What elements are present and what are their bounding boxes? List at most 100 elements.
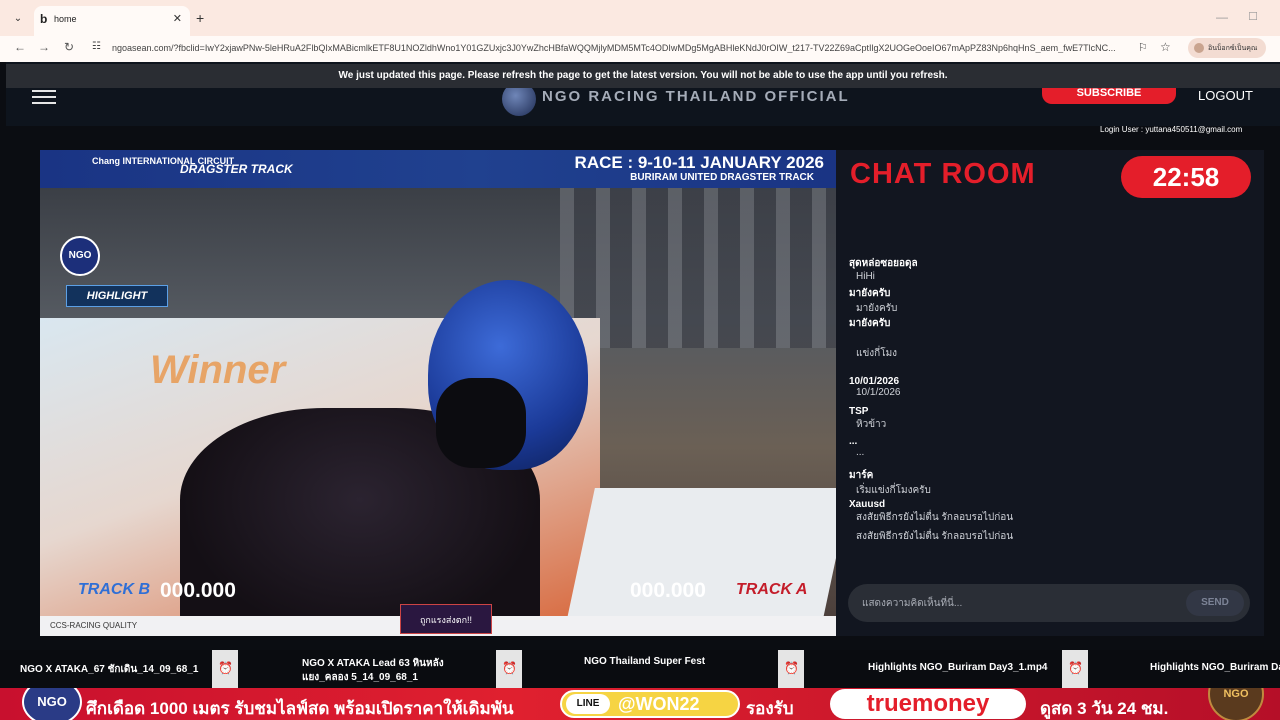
update-notice: We just updated this page. Please refres… [6,64,1280,88]
alarm-icon[interactable]: ⏰ [1068,661,1083,675]
chat-text: สงสัยพิธีกรยังไม่ตื่น รักลอบรอไปก่อน [856,512,1014,523]
chat-user: ... [849,436,858,447]
steel-gantry [560,188,836,348]
tab-favicon: b [40,12,48,26]
chat-message: ...... [849,436,864,458]
alarm-icon[interactable]: ⏰ [784,661,799,675]
playlist-item-title: NGO X ATAKA_67 ชักเดิน_14_09_68_1 [20,664,199,675]
chat-user: Xauusd [849,499,886,510]
forward-icon[interactable]: → [38,40,50,54]
chat-text: เริ่มแข่งกี่โมงครับ [856,485,931,496]
minimize-icon[interactable]: — [1216,10,1228,24]
url-field[interactable]: ☷ ngoasean.com/?fbclid=IwY2xjawPNw-5leHR… [86,38,1182,60]
helmet-visor [436,378,526,468]
chat-message: TSP หิวข้าว [849,406,886,432]
reload-icon[interactable]: ↻ [64,40,74,54]
send-button[interactable]: SEND [1186,590,1244,616]
login-user: Login User : yuttana450511@gmail.com [1100,125,1243,134]
chat-text: สงสัยพิธีกรยังไม่ตื่น รักลอบรอไปก่อน [856,531,1014,542]
video-frame: Winner NGO HIGHLIGHT [40,188,836,636]
playlist-item[interactable]: NGO X ATAKA_67 ชักเดิน_14_09_68_1 ⏰ [0,650,240,688]
highlight-badge: HIGHLIGHT [66,285,168,307]
sponsor-dragster: DRAGSTER TRACK [180,162,293,176]
chat-text: 10/1/2026 [856,387,901,398]
brand-name: NGO RACING THAILAND OFFICIAL [542,88,850,105]
race-title: RACE : 9-10-11 JANUARY 2026 [574,153,824,172]
playlist-item-subtitle: แยง_คลอง 5_14_09_68_1 [302,672,418,683]
race-subtitle: BURIRAM UNITED DRAGSTER TRACK [630,172,814,183]
ngo-overlay-logo: NGO [60,236,100,276]
banner-mascot: NGO [1208,688,1264,720]
track-b-timer: TRACK B 000.000 [66,578,296,604]
playlist-item-title: NGO X ATAKA Lead 63 หินหลัง [302,658,444,669]
chat-text: HiHi [856,271,875,282]
chat-user: 10/01/2026 [849,376,900,387]
browser-tabbar: ⌄ b home ✕ + — ☐ [0,0,1280,36]
chat-message: มายังครับ [849,316,890,331]
playlist-thumb: ⏰ [212,650,238,688]
winner-banner-text: Winner [150,348,286,392]
track-a-time: 000.000 [630,579,706,602]
chat-message: มาร์คเริ่มแข่งกี่โมงครับ [849,468,931,498]
chat-message: แข่งกี่โมง [849,346,897,361]
banner-supports: รองรับ [746,699,794,718]
alarm-icon[interactable]: ⏰ [502,661,517,675]
profile-label: อินบ็อกซ์เป็นคุณ [1208,45,1258,52]
bookmark-star-icon[interactable]: ☆ [1160,40,1171,54]
translate-icon[interactable]: ⚐ [1138,41,1148,54]
sponsor-strip: CCS-RACING QUALITY ถูกแรงส่งตก!! [40,604,836,636]
chat-user: มาร์ค [849,470,874,481]
track-a-timer: 000.000 TRACK A [624,578,836,604]
chat-title: CHAT ROOM [850,158,1036,190]
playlist-thumb: ⏰ [778,650,804,688]
chat-user: มายังครับ [849,318,891,329]
line-id: @WON22 [618,694,700,714]
chat-text: หิวข้าว [856,419,887,430]
promo-banner[interactable]: NGO ศึกเดือด 1000 เมตร รับชมไลฟ์สด พร้อม… [0,688,1280,720]
back-icon[interactable]: ← [14,40,26,54]
profile-avatar-icon [1194,43,1204,53]
playlist-strip: NGO X ATAKA_67 ชักเดิน_14_09_68_1 ⏰ NGO … [0,650,1280,688]
menu-icon[interactable] [32,90,56,104]
strip-badge: ถูกแรงส่งตก!! [400,604,492,634]
chat-user: TSP [849,406,869,417]
new-tab-icon[interactable]: + [196,10,204,26]
tab-title: home [54,14,77,24]
chat-message: 10/01/2026 10/1/2026 [849,376,901,398]
chat-text: ... [856,447,865,458]
chat-message: Xauusd สงสัยพิธีกรยังไม่ตื่น รักลอบรอไปก่… [849,499,1013,525]
tab-list-chevron-icon[interactable]: ⌄ [8,9,28,29]
playlist-item-title: Highlights NGO_Buriram Day3_1.mp4 [868,662,1048,673]
chat-text: แข่งกี่โมง [856,348,898,359]
chat-text: มายังครับ [856,303,898,314]
track-a-label: TRACK A [736,581,808,598]
track-b-time: 000.000 [160,579,236,602]
banner-headline: ศึกเดือด 1000 เมตร รับชมไลฟ์สด พร้อมเปิด… [86,699,514,718]
playlist-item[interactable]: Highlights NGO_Buriram Da [1128,650,1280,688]
chat-room: CHAT ROOM 22:58 สุดหล่อซอยอดุล HiHi มายัง… [836,150,1264,636]
playlist-item[interactable]: NGO X ATAKA Lead 63 หินหลัง แยง_คลอง 5_1… [282,650,522,688]
playlist-item[interactable]: NGO Thailand Super Fest ⏰ [564,650,804,688]
truemoney-logo: truemoney [830,689,1026,719]
track-b-label: TRACK B [78,581,150,598]
logout-link[interactable]: LOGOUT [1198,88,1253,103]
close-tab-icon[interactable]: ✕ [173,12,182,25]
countdown-timer: 22:58 [1121,156,1251,198]
video-top-bar: Chang INTERNATIONAL CIRCUIT DRAGSTER TRA… [40,150,836,188]
playlist-item[interactable]: Highlights NGO_Buriram Day3_1.mp4 ⏰ [846,650,1088,688]
address-bar: ← → ↻ ☷ ngoasean.com/?fbclid=IwY2xjawPNw… [0,36,1280,62]
url-text: ngoasean.com/?fbclid=IwY2xjawPNw-5leHRuA… [112,43,1116,53]
playlist-item-title: Highlights NGO_Buriram Da [1150,662,1280,673]
alarm-icon[interactable]: ⏰ [218,661,233,675]
video-player[interactable]: Chang INTERNATIONAL CIRCUIT DRAGSTER TRA… [40,150,836,636]
banner-ngo-logo: NGO [22,688,82,720]
sponsor-strip-text: CCS-RACING QUALITY [50,621,138,630]
banner-promo: ดูสด 3 วัน 24 ชม. [1040,699,1169,718]
profile-button[interactable]: อินบ็อกซ์เป็นคุณ [1188,38,1266,58]
line-contact[interactable]: LINE @WON22 [560,690,740,718]
maximize-icon[interactable]: ☐ [1248,10,1258,23]
chat-user: มายังครับ [849,288,891,299]
browser-tab[interactable]: b home ✕ [34,6,190,36]
playlist-item-title: NGO Thailand Super Fest [584,656,706,667]
site-info-icon[interactable]: ☷ [92,41,101,52]
